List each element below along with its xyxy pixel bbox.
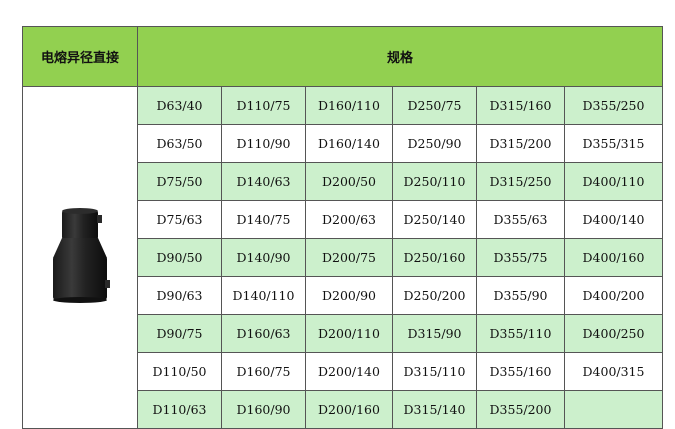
spec-cell: D160/140	[305, 124, 393, 163]
spec-cell: D250/160	[392, 238, 477, 277]
spec-cell: D355/75	[476, 238, 565, 277]
spec-cell: D355/200	[476, 390, 565, 429]
spec-cell: D200/50	[305, 162, 393, 201]
table-row: D63/40 D110/75 D160/110 D250/75 D315/160 D355…	[22, 86, 663, 429]
spec-cell: D75/63	[137, 200, 222, 239]
spec-cell: D315/110	[392, 352, 477, 391]
spec-cell: D90/63	[137, 276, 222, 315]
spec-cell: D355/110	[476, 314, 565, 353]
spec-cell: D200/63	[305, 200, 393, 239]
spec-cell: D160/90	[221, 390, 306, 429]
spec-cell: D355/160	[476, 352, 565, 391]
spec-cell: D160/75	[221, 352, 306, 391]
spec-cell: D140/75	[221, 200, 306, 239]
spec-cell: D160/110	[305, 86, 393, 125]
spec-cell: D110/90	[221, 124, 306, 163]
spec-cell: D200/160	[305, 390, 393, 429]
spec-header: 规格	[137, 26, 663, 87]
spec-cell: D250/200	[392, 276, 477, 315]
spec-cell: D315/90	[392, 314, 477, 353]
spec-table: 电熔异径直接 规格 D63/40 D110/75 D160/110 D250/7…	[22, 26, 663, 429]
spec-cell: D315/250	[476, 162, 565, 201]
spec-cell: D355/250	[564, 86, 663, 125]
spec-cell: D140/110	[221, 276, 306, 315]
spec-cell: D110/63	[137, 390, 222, 429]
spec-cell: D315/140	[392, 390, 477, 429]
spec-cell: D400/315	[564, 352, 663, 391]
spec-cell: D200/75	[305, 238, 393, 277]
spec-cell: D140/90	[221, 238, 306, 277]
spec-cell: D63/50	[137, 124, 222, 163]
spec-cell: D400/250	[564, 314, 663, 353]
spec-cell: D140/63	[221, 162, 306, 201]
spec-cell: D315/200	[476, 124, 565, 163]
spec-cell: D400/110	[564, 162, 663, 201]
spec-cell: D355/90	[476, 276, 565, 315]
spec-cell: D355/63	[476, 200, 565, 239]
spec-cell: D75/50	[137, 162, 222, 201]
spec-cell: D110/50	[137, 352, 222, 391]
spec-cell: D200/90	[305, 276, 393, 315]
spec-cell: D63/40	[137, 86, 222, 125]
reducer-coupler-icon	[53, 208, 110, 303]
spec-cell	[564, 390, 663, 429]
spec-cell: D355/315	[564, 124, 663, 163]
spec-cell: D90/75	[137, 314, 222, 353]
spec-cell: D250/140	[392, 200, 477, 239]
spec-cell: D250/110	[392, 162, 477, 201]
spec-cell: D110/75	[221, 86, 306, 125]
product-image-cell	[22, 86, 138, 429]
spec-cell: D90/50	[137, 238, 222, 277]
spec-cell: D315/160	[476, 86, 565, 125]
spec-cell: D200/140	[305, 352, 393, 391]
spec-cell: D200/110	[305, 314, 393, 353]
spec-cell: D250/75	[392, 86, 477, 125]
spec-body: D63/40 D110/75 D160/110 D250/75 D315/160 D355…	[22, 86, 663, 429]
spec-cell: D400/200	[564, 276, 663, 315]
header-row: 电熔异径直接 规格	[22, 26, 663, 87]
spec-cell: D400/140	[564, 200, 663, 239]
spec-cell: D160/63	[221, 314, 306, 353]
spec-cell: D250/90	[392, 124, 477, 163]
product-name-header: 电熔异径直接	[22, 26, 138, 87]
spec-cell: D400/160	[564, 238, 663, 277]
